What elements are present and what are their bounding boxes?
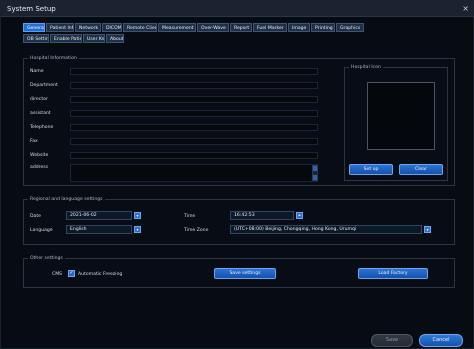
tab-dicom[interactable]: DICOM	[102, 23, 122, 32]
language-select[interactable]: English	[66, 225, 132, 234]
other-settings-group: Other settings CMS ✓ Automatic Freezing …	[23, 256, 455, 288]
load-factory-button[interactable]: Load Factory	[358, 268, 428, 279]
telephone-field[interactable]	[70, 124, 318, 131]
website-label: Website	[30, 153, 49, 158]
date-input[interactable]: 2021-06-02	[66, 211, 132, 220]
date-dropdown-icon[interactable]: ▾	[134, 212, 141, 219]
scroll-up-arrow[interactable]	[313, 166, 317, 171]
auto-freeze-checkbox[interactable]: ✓	[68, 270, 75, 277]
tab-graphics[interactable]: Graphics	[336, 23, 364, 32]
timezone-label: Time Zone	[184, 228, 209, 233]
window-title: System Setup	[7, 5, 56, 13]
save-button[interactable]: Save	[371, 334, 413, 347]
tab-over-wave[interactable]: Over-Wave	[197, 23, 229, 32]
director-field[interactable]	[70, 96, 318, 103]
director-label: director	[30, 97, 48, 102]
address-scrollbar[interactable]	[312, 165, 318, 181]
system-setup-window: System Setup × General Patient Info Netw…	[0, 0, 474, 349]
scroll-down-arrow[interactable]	[313, 175, 317, 180]
regional-settings-title: Regional and language settings	[28, 197, 105, 202]
tab-enable-patient[interactable]: Enable Patient	[50, 34, 82, 43]
fax-label: Fax	[30, 139, 38, 144]
time-spin-icon[interactable]: ◂▸	[296, 212, 303, 219]
tab-printing[interactable]: Printing	[311, 23, 335, 32]
tab-patient-info[interactable]: Patient Info	[46, 23, 74, 32]
settings-tabs: General Patient Info Network DICOM Remot…	[23, 23, 455, 47]
timezone-select[interactable]: (UTC+08:00) Beijing, Chongqing, Hong Kon…	[230, 225, 422, 234]
tab-fuel-marker[interactable]: Fuel Marker	[253, 23, 287, 32]
cms-label: CMS	[52, 272, 63, 277]
close-icon[interactable]: ×	[462, 4, 469, 13]
hospital-icon-title: Hospital Icon	[349, 65, 383, 70]
time-label: Time	[184, 214, 196, 219]
address-field[interactable]	[70, 164, 318, 182]
address-label: address	[30, 165, 49, 170]
assistant-field[interactable]	[70, 110, 318, 117]
tab-measurement[interactable]: Measurement	[158, 23, 196, 32]
hospital-info-group: Hospital Information Name Department dir…	[23, 56, 455, 186]
assistant-label: assistant	[30, 111, 51, 116]
auto-freeze-label: Automatic Freezing	[78, 272, 123, 277]
tab-about[interactable]: About	[106, 34, 124, 43]
other-settings-title: Other settings	[28, 256, 65, 261]
tab-remote-client[interactable]: Remote Client	[123, 23, 157, 32]
website-field[interactable]	[70, 152, 318, 159]
timezone-dropdown-icon[interactable]: ▾	[424, 226, 431, 233]
tab-report[interactable]: Report	[230, 23, 252, 32]
name-label: Name	[30, 69, 44, 74]
setup-logo-button[interactable]: Set up	[349, 164, 393, 175]
tab-network[interactable]: Network	[75, 23, 101, 32]
department-label: Department	[30, 83, 58, 88]
date-label: Date	[30, 214, 41, 219]
regional-settings-group: Regional and language settings Date 2021…	[23, 197, 455, 245]
title-bar: System Setup ×	[1, 1, 474, 17]
language-label: Language	[30, 228, 53, 233]
cancel-button[interactable]: Cancel	[419, 334, 463, 347]
tab-ob-settings[interactable]: OB Settings	[23, 34, 49, 43]
clear-logo-button[interactable]: Clear	[399, 164, 443, 175]
tab-image[interactable]: Image	[288, 23, 310, 32]
save-settings-button[interactable]: Save settings	[214, 268, 276, 279]
fax-field[interactable]	[70, 138, 318, 145]
telephone-label: Telephone	[30, 125, 54, 130]
hospital-icon-group: Hospital Icon Set up Clear	[344, 65, 448, 181]
department-field[interactable]	[70, 82, 318, 89]
hospital-info-title: Hospital Information	[28, 56, 79, 61]
name-field[interactable]	[70, 68, 318, 75]
tab-user-key[interactable]: User Key	[83, 34, 105, 43]
time-input[interactable]: 16:42:53	[230, 211, 294, 220]
tab-general[interactable]: General	[23, 23, 45, 32]
language-dropdown-icon[interactable]: ▾	[134, 226, 141, 233]
hospital-logo-preview	[367, 82, 435, 150]
